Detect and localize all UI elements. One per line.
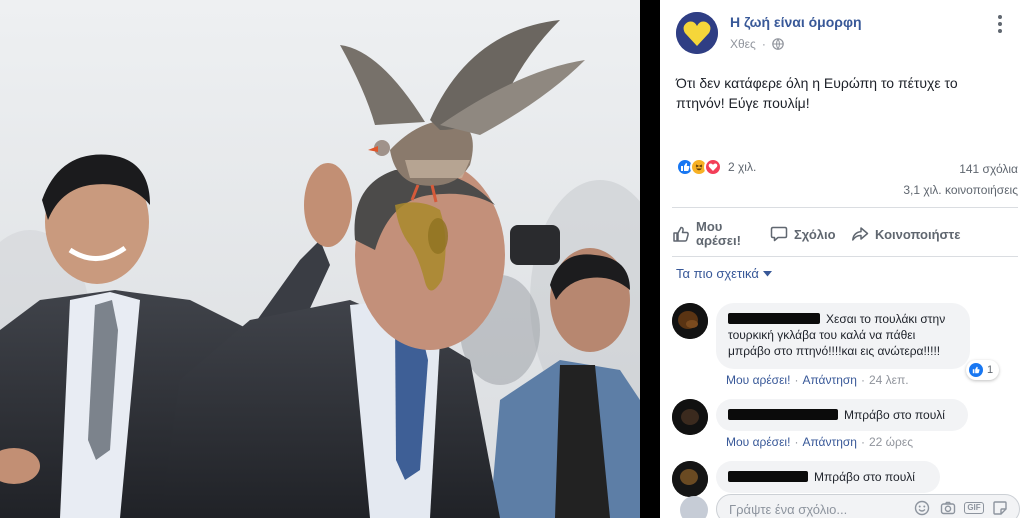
comment-reply-link[interactable]: Απάντηση	[802, 435, 857, 449]
sticker-icon[interactable]	[992, 500, 1008, 516]
comment-icon	[770, 226, 788, 242]
chevron-down-icon	[762, 270, 772, 276]
comments-count[interactable]: 141 σχόλια	[959, 162, 1018, 176]
more-options-icon[interactable]	[990, 12, 1010, 36]
comment-time[interactable]: 22 ώρες	[869, 435, 913, 449]
redacted-name	[728, 313, 820, 324]
globe-icon	[772, 38, 784, 50]
divider	[672, 256, 1018, 257]
comment-bubble: Χεσαι το πουλάκι στην τουρκική γκλάβα το…	[716, 303, 970, 369]
comment-actions: Μου αρέσει! · Απάντηση · 24 λεπ.	[726, 373, 909, 387]
comment-like-badge[interactable]: 1	[966, 360, 1000, 380]
comment-input-placeholder: Γράψτε ένα σχόλιο...	[729, 501, 848, 517]
comment-like-count: 1	[987, 364, 994, 376]
post-meta: Χθες ·	[730, 37, 784, 51]
composer-tools: GIF	[914, 500, 1008, 516]
redacted-name	[728, 471, 808, 482]
post-actions: Μου αρέσει! Σχόλιο Κοινοποιήστε	[670, 215, 1020, 253]
share-button[interactable]: Κοινοποιήστε	[851, 215, 960, 253]
shares-count[interactable]: 3,1 χιλ. κοινοποιήσεις	[903, 183, 1018, 197]
love-icon	[704, 158, 722, 176]
comment-like-link[interactable]: Μου αρέσει!	[726, 373, 790, 387]
like-icon	[969, 363, 983, 377]
page-name-link[interactable]: Η ζωή είναι όμορφη	[730, 14, 862, 30]
divider	[672, 207, 1018, 208]
heart-logo-icon	[676, 12, 718, 54]
comment-actions: Μου αρέσει! · Απάντηση · 22 ώρες	[726, 435, 913, 449]
like-label-line2: αρέσει!	[696, 233, 741, 248]
comment-composer: Γράψτε ένα σχόλιο... GIF	[672, 494, 1024, 518]
post-header: Η ζωή είναι όμορφη Χθες ·	[660, 0, 1024, 60]
comment-reply-link[interactable]: Απάντηση	[802, 373, 857, 387]
gif-icon[interactable]: GIF	[964, 500, 984, 516]
comment-like-link[interactable]: Μου αρέσει!	[726, 435, 790, 449]
comment-time[interactable]: 24 λεπ.	[869, 373, 909, 387]
share-icon	[852, 227, 869, 241]
post-text: Ότι δεν κατάφερε όλη η Ευρώπη το πέτυχε …	[676, 75, 958, 111]
post-photo[interactable]	[0, 0, 640, 518]
comment-text: Μπράβο στο πουλί	[814, 470, 915, 484]
commenter-avatar[interactable]	[672, 461, 708, 497]
commenter-avatar[interactable]	[672, 399, 708, 435]
comment-text: Μπράβο στο πουλί	[844, 408, 945, 422]
photo-illustration	[0, 0, 640, 518]
redacted-name	[728, 409, 838, 420]
comment-button[interactable]: Σχόλιο	[770, 215, 836, 253]
comment-bubble: Μπράβο στο πουλί	[716, 399, 968, 431]
emoji-icon[interactable]	[914, 500, 930, 516]
comment-label: Σχόλιο	[794, 226, 836, 242]
comment-sort-dropdown[interactable]: Τα πιο σχετικά	[676, 266, 772, 281]
post-panel: Η ζωή είναι όμορφη Χθες · Ότι δεν κατάφε…	[660, 0, 1024, 518]
share-label: Κοινοποιήστε	[875, 226, 961, 242]
like-label-line1: Μου	[696, 219, 723, 234]
commenter-avatar[interactable]	[672, 303, 708, 339]
post-timestamp[interactable]: Χθες	[730, 37, 756, 51]
camera-icon[interactable]	[940, 500, 956, 516]
comment-sort-label: Τα πιο σχετικά	[676, 266, 759, 281]
like-button[interactable]: Μου αρέσει!	[672, 215, 741, 253]
comment-bubble: Μπράβο στο πουλί	[716, 461, 940, 493]
current-user-avatar	[680, 496, 708, 518]
reactions-count: 2 χιλ.	[728, 160, 757, 174]
page-avatar[interactable]	[676, 12, 718, 54]
reactions-summary[interactable]: 2 χιλ.	[676, 158, 756, 176]
like-outline-icon	[673, 226, 689, 242]
